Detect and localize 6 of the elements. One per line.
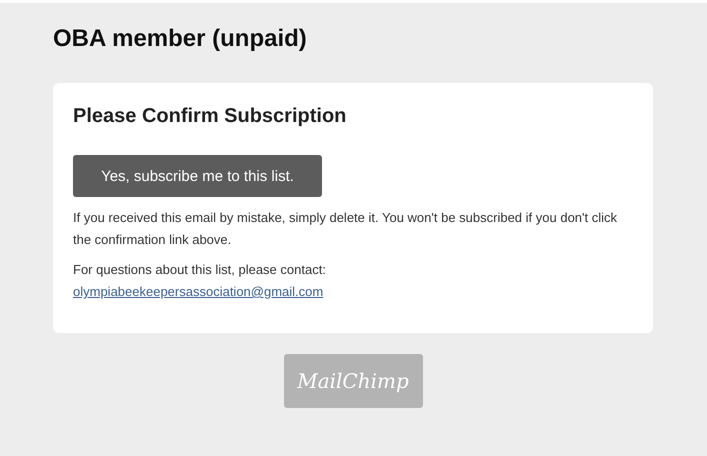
notice-text: If you received this email by mistake, simply delete it. You won't be subscribed if you don't click the confirmation link above. xyxy=(73,209,618,249)
subscribe-button[interactable]: Yes, subscribe me to this list. xyxy=(73,155,322,197)
card-heading: Please Confirm Subscription xyxy=(73,104,348,129)
contact-label: For questions about this list, please contact: xyxy=(73,261,327,279)
email-link[interactable]: olympiabeekeepersassociation@gmail.com xyxy=(73,281,324,303)
page-title: OBA member (unpaid) xyxy=(53,24,308,54)
